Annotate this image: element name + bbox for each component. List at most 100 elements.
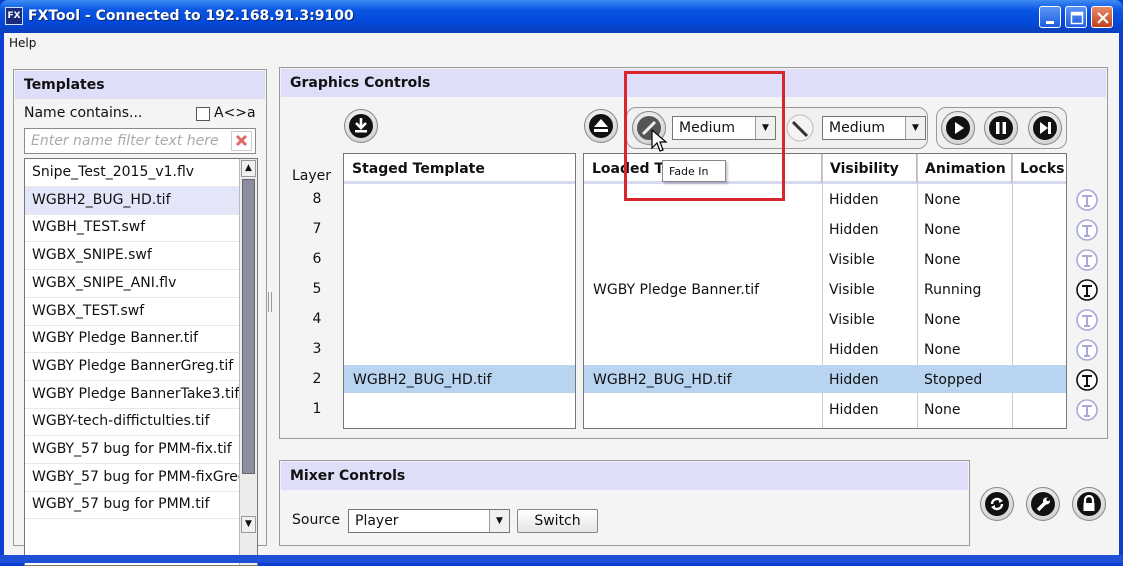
layer-number: 3 xyxy=(312,341,322,357)
name-filter-input[interactable] xyxy=(24,128,256,154)
layer-number: 5 xyxy=(312,281,322,297)
scroll-down-icon[interactable]: ▼ xyxy=(241,516,256,533)
load-button[interactable] xyxy=(584,109,618,143)
animation-cell[interactable]: None xyxy=(924,222,961,238)
visibility-cell[interactable]: Hidden xyxy=(829,192,879,208)
animation-cell[interactable]: Running xyxy=(924,282,981,298)
layer-lock-icon[interactable] xyxy=(1075,338,1099,362)
template-list-item[interactable]: WGBY Pledge BannerGreg.tif xyxy=(25,353,239,381)
templates-header: Templates xyxy=(15,71,265,99)
layer-lock-icon[interactable] xyxy=(1075,278,1099,302)
source-select[interactable]: Player ▼ xyxy=(348,509,510,533)
loaded-template-cell[interactable]: WGBY Pledge Banner.tif xyxy=(593,282,759,298)
layer-number: 1 xyxy=(312,401,322,417)
skip-button[interactable] xyxy=(1028,111,1062,145)
template-list-item[interactable]: WGBY-tech-diffictulties.tif xyxy=(25,408,239,437)
template-list-item[interactable]: WGBY_57 bug for PMM.tif xyxy=(25,491,239,520)
fade-out-speed-select[interactable]: Medium ▼ xyxy=(822,116,926,140)
minimize-button[interactable] xyxy=(1039,6,1061,28)
eject-icon xyxy=(589,114,613,138)
lock-button[interactable] xyxy=(1072,487,1106,521)
loaded-template-cell[interactable]: WGBH2_BUG_HD.tif xyxy=(593,372,732,388)
staged-template-cell[interactable]: WGBH2_BUG_HD.tif xyxy=(353,372,492,388)
template-list-item[interactable]: WGBY Pledge Banner.tif xyxy=(25,325,239,354)
wand-outline-icon xyxy=(786,114,814,142)
scroll-up-icon[interactable]: ▲ xyxy=(241,160,256,177)
pause-button[interactable] xyxy=(984,111,1018,145)
template-list-item[interactable]: WGBX_SNIPE_ANI.flv xyxy=(25,270,239,298)
locks-header: Locks xyxy=(1012,154,1066,184)
visibility-cell[interactable]: Hidden xyxy=(829,402,879,418)
layer-lock-icon[interactable] xyxy=(1075,368,1099,392)
template-list-item[interactable]: WGBY Pledge BannerTake3.tif xyxy=(25,381,239,409)
animation-cell[interactable]: None xyxy=(924,252,961,268)
switch-button[interactable]: Switch xyxy=(517,509,598,533)
layer-lock-icon[interactable] xyxy=(1075,398,1099,422)
animation-cell[interactable]: None xyxy=(924,342,961,358)
title-bar[interactable]: FX FXTool - Connected to 192.168.91.3:91… xyxy=(0,0,1123,33)
template-list-item[interactable]: WGBX_TEST.swf xyxy=(25,298,239,326)
template-list-item[interactable]: WGBH2_BUG_HD.tif xyxy=(25,186,239,215)
maximize-button[interactable] xyxy=(1065,6,1087,28)
download-icon xyxy=(349,114,373,138)
fade-in-tooltip: Fade In xyxy=(662,160,726,182)
layer-column-label: Layer xyxy=(292,168,332,184)
template-list-item[interactable]: WGBX_SNIPE.swf xyxy=(25,242,239,271)
panel-splitter[interactable] xyxy=(268,292,272,312)
template-list-item[interactable]: WGBY_57 bug for PMM-fix.tif xyxy=(25,436,239,464)
animation-header: Animation xyxy=(917,154,1012,184)
visibility-cell[interactable]: Hidden xyxy=(829,222,879,238)
animation-cell[interactable]: Stopped xyxy=(924,372,982,388)
case-sensitive-label: A<>a xyxy=(214,105,256,121)
settings-button[interactable] xyxy=(1026,487,1060,521)
animation-cell[interactable]: None xyxy=(924,312,961,328)
mouse-cursor-icon xyxy=(651,128,668,152)
visibility-cell[interactable]: Hidden xyxy=(829,342,879,358)
taskbar-strip xyxy=(0,555,1123,563)
menu-bar: Help xyxy=(4,33,1119,54)
source-label: Source xyxy=(292,512,341,528)
visibility-header: Visibility xyxy=(822,154,917,184)
staged-table[interactable]: Staged Template WGBH2_BUG_HD.tif xyxy=(343,153,576,429)
fade-out-button[interactable] xyxy=(783,111,817,145)
case-sensitive-checkbox[interactable] xyxy=(196,107,210,121)
stage-button[interactable] xyxy=(344,109,378,143)
refresh-button[interactable] xyxy=(980,487,1014,521)
maximize-icon xyxy=(1070,11,1084,25)
template-list[interactable]: Snipe_Test_2015_v1.flv WGBH2_BUG_HD.tif WG… xyxy=(24,158,258,566)
clear-filter-button[interactable] xyxy=(231,131,252,151)
play-button[interactable] xyxy=(941,111,975,145)
menu-help[interactable]: Help xyxy=(9,36,36,50)
chevron-down-icon: ▼ xyxy=(489,510,509,532)
animation-cell[interactable]: None xyxy=(924,402,961,418)
layer-lock-icon[interactable] xyxy=(1075,248,1099,272)
layer-lock-icon[interactable] xyxy=(1075,218,1099,242)
chevron-down-icon: ▼ xyxy=(905,117,925,139)
close-icon xyxy=(1097,12,1109,24)
template-list-item[interactable]: Snipe_Test_2015_v1.flv xyxy=(25,159,239,187)
padlock-icon xyxy=(1077,492,1101,516)
staged-table-header: Staged Template xyxy=(344,154,575,184)
minimize-icon xyxy=(1046,21,1054,24)
source-value: Player xyxy=(355,513,399,529)
template-list-scrollbar[interactable]: ▲ ▼ xyxy=(239,159,257,565)
layer-number: 7 xyxy=(312,221,322,237)
template-list-item[interactable]: WGBY_57 bug for PMM-fixGreg.tif xyxy=(25,464,239,492)
template-list-item[interactable]: WGBH_TEST.swf xyxy=(25,214,239,243)
name-contains-label: Name contains... xyxy=(24,105,143,121)
layer-number: 4 xyxy=(312,311,322,327)
staged-template-header: Staged Template xyxy=(344,154,575,184)
visibility-cell[interactable]: Visible xyxy=(829,312,875,328)
mixer-controls-panel: Mixer Controls xyxy=(279,460,970,546)
visibility-cell[interactable]: Visible xyxy=(829,252,875,268)
close-button[interactable] xyxy=(1091,6,1113,28)
layer-lock-icon[interactable] xyxy=(1075,308,1099,332)
visibility-cell[interactable]: Hidden xyxy=(829,372,879,388)
visibility-cell[interactable]: Visible xyxy=(829,282,875,298)
app-icon: FX xyxy=(5,7,23,25)
window-title: FXTool - Connected to 192.168.91.3:9100 xyxy=(28,8,354,24)
scroll-thumb[interactable] xyxy=(242,179,255,474)
layer-lock-icon[interactable] xyxy=(1075,188,1099,212)
animation-cell[interactable]: None xyxy=(924,192,961,208)
layer-number: 6 xyxy=(312,251,322,267)
